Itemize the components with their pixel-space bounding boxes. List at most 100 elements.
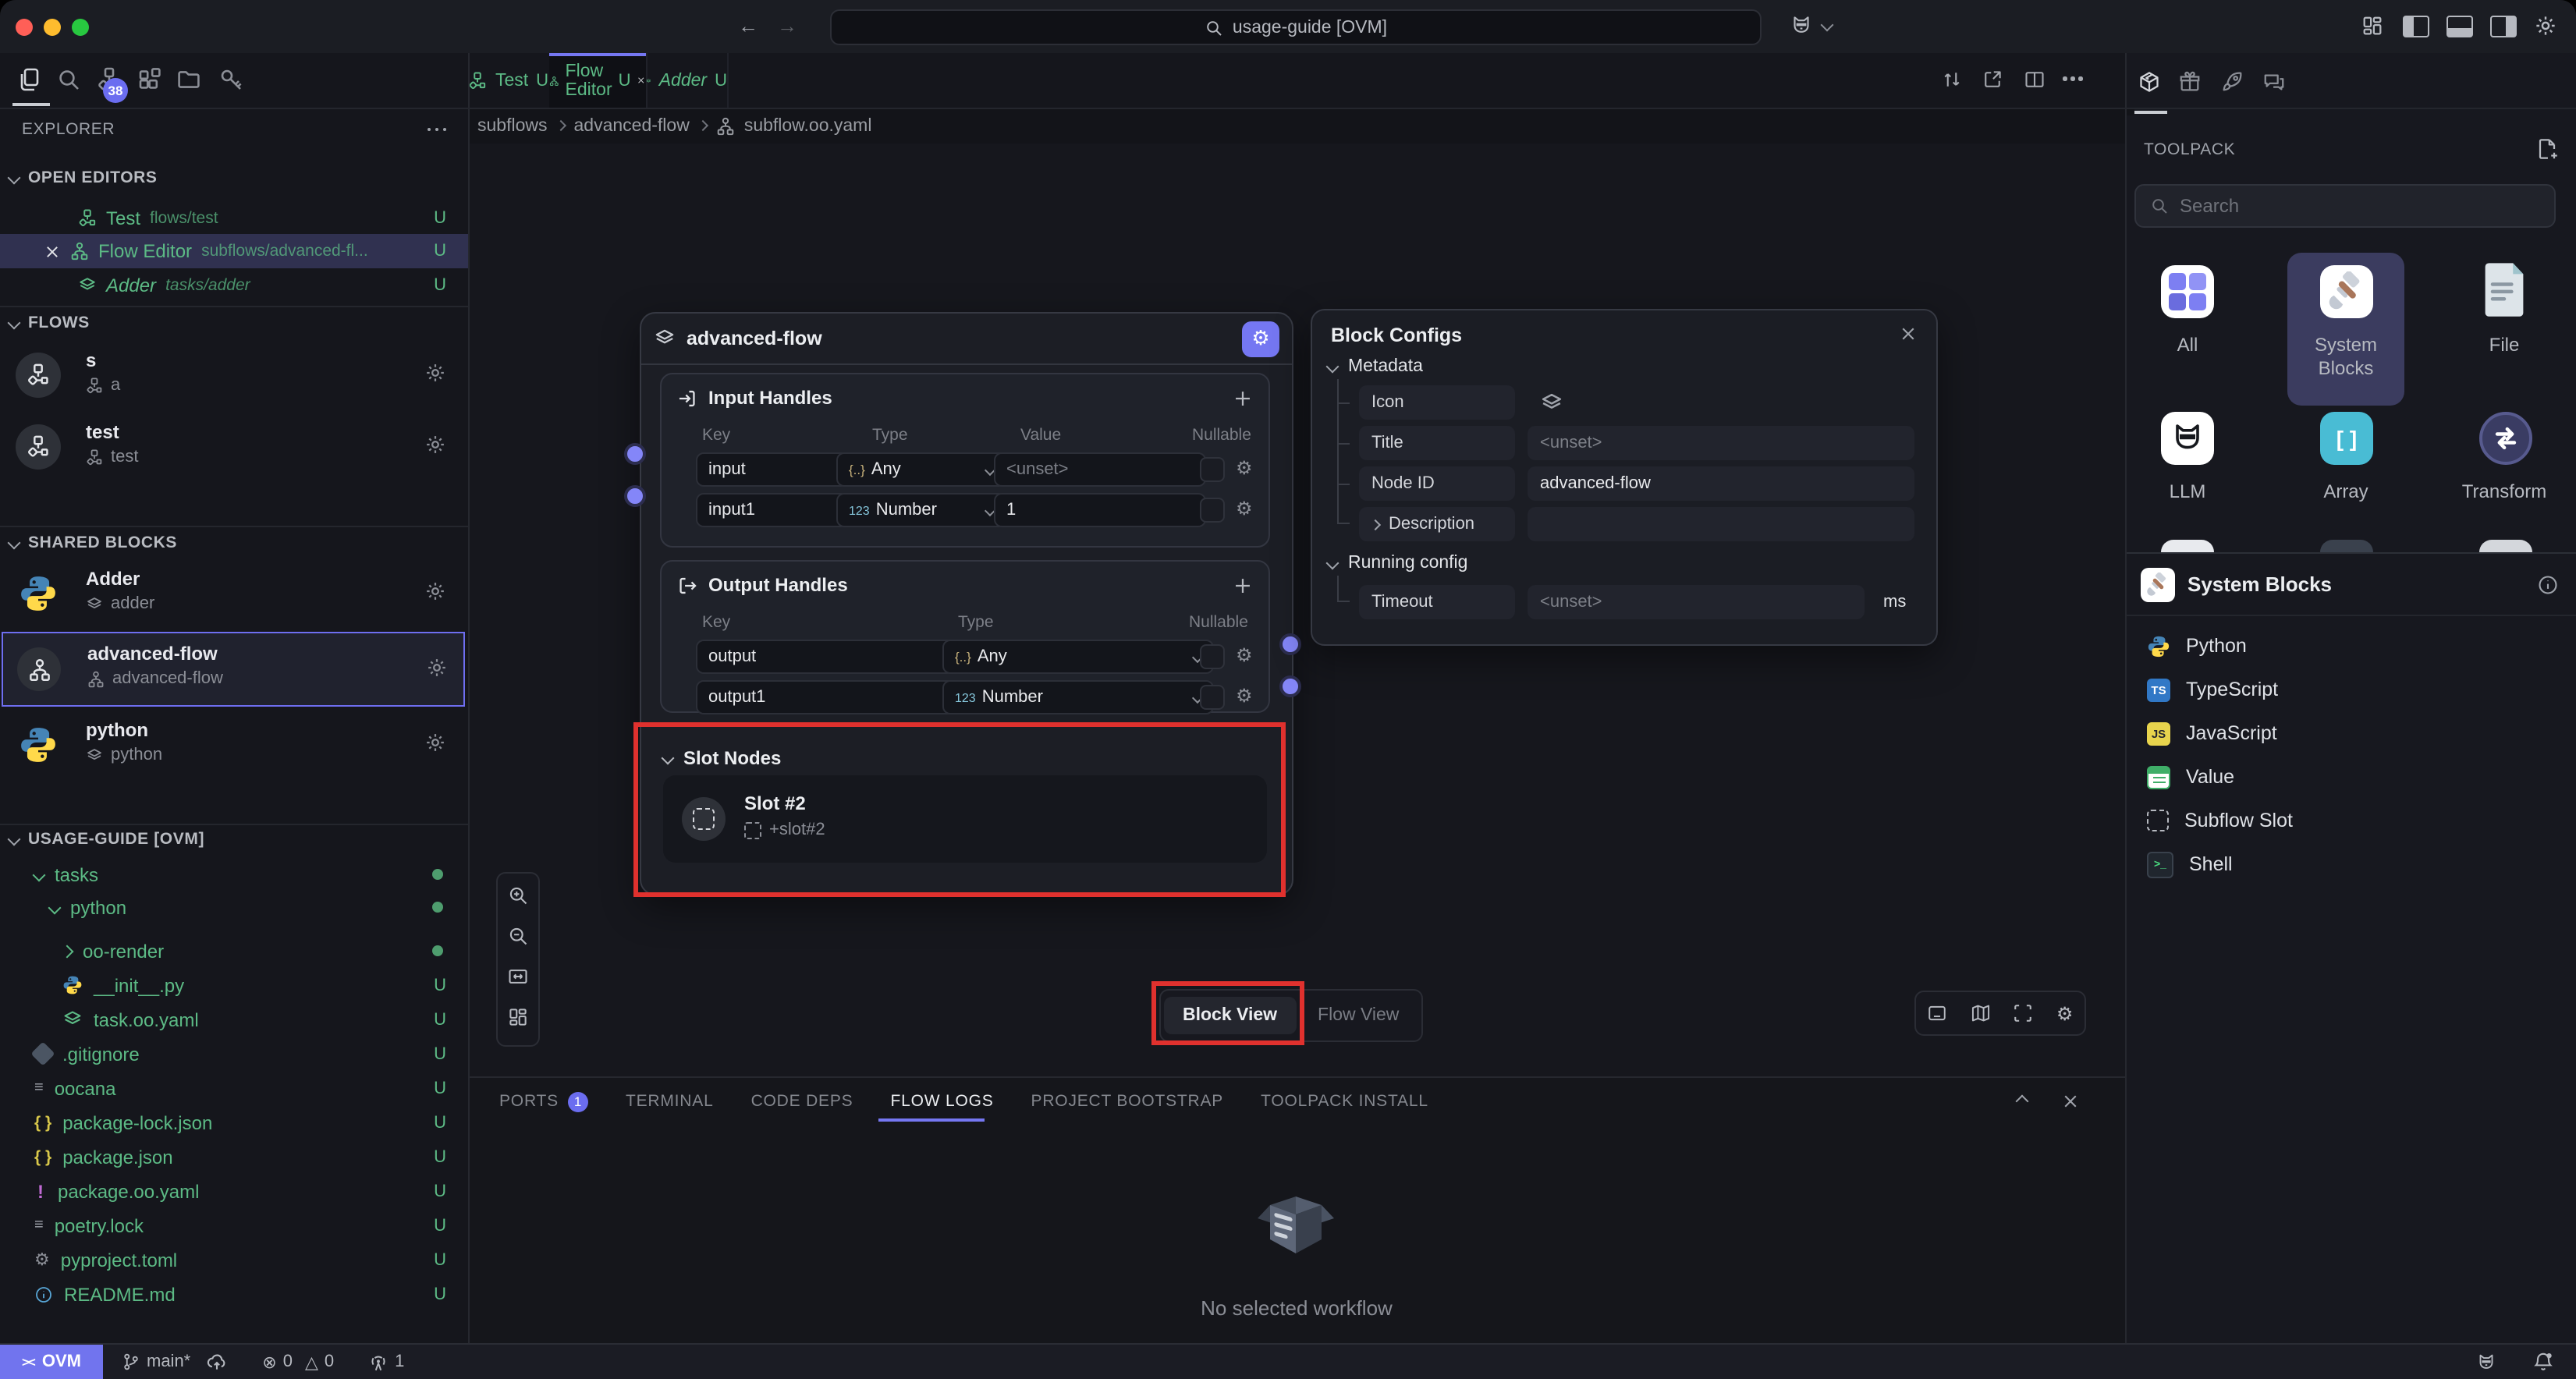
fullscreen-icon[interactable] bbox=[2014, 1003, 2034, 1023]
toggle-left-sidebar-icon[interactable] bbox=[2403, 16, 2429, 37]
key-activity-icon[interactable] bbox=[218, 67, 243, 92]
info-icon[interactable] bbox=[2537, 574, 2559, 596]
running-config-group-header[interactable]: Running config bbox=[1328, 554, 1467, 573]
shared-block-python[interactable]: python python bbox=[0, 713, 468, 780]
popup-item-subflow-slot[interactable]: Subflow Slot bbox=[2125, 799, 2576, 842]
flow-settings-gear-icon[interactable] bbox=[424, 362, 446, 384]
tab-project-bootstrap[interactable]: PROJECT BOOTSTRAP bbox=[1031, 1092, 1224, 1111]
output-key-field[interactable]: output1 bbox=[696, 680, 955, 714]
flow-view-button[interactable]: Flow View bbox=[1299, 997, 1418, 1034]
popup-item-javascript[interactable]: JS JavaScript bbox=[2125, 711, 2576, 755]
remote-indicator[interactable]: >< OVM bbox=[0, 1345, 103, 1379]
block-settings-gear-icon[interactable] bbox=[424, 580, 446, 602]
close-icon[interactable] bbox=[44, 243, 61, 260]
add-output-icon[interactable] bbox=[1233, 575, 1253, 595]
flow-settings-gear-icon[interactable] bbox=[424, 434, 446, 456]
block-settings-gear-icon[interactable] bbox=[424, 732, 446, 753]
history-forward-icon[interactable]: → bbox=[777, 14, 797, 37]
flow-list-item-s[interactable]: s a bbox=[0, 342, 468, 412]
input-row-gear-icon[interactable]: ⚙ bbox=[1236, 459, 1253, 477]
all-tile[interactable] bbox=[2161, 265, 2214, 318]
input-handle-dot[interactable] bbox=[624, 485, 646, 507]
notifications-bell-icon[interactable] bbox=[2532, 1351, 2554, 1373]
tab-flow-logs[interactable]: FLOW LOGS bbox=[890, 1092, 993, 1111]
block-settings-gear-icon[interactable] bbox=[426, 657, 448, 679]
tab-ports[interactable]: PORTS 1 bbox=[499, 1091, 588, 1111]
tab-code-deps[interactable]: CODE DEPS bbox=[751, 1092, 853, 1111]
tree-item-gitignore[interactable]: .gitignore U bbox=[0, 1037, 468, 1070]
config-label-description[interactable]: Description bbox=[1359, 507, 1515, 541]
tree-item-tasks[interactable]: tasks bbox=[0, 858, 468, 891]
open-editors-header[interactable]: OPEN EDITORS bbox=[9, 168, 158, 187]
console-panel-icon[interactable] bbox=[1928, 1003, 1948, 1023]
breadcrumb-part[interactable]: subflows bbox=[477, 116, 548, 135]
tree-item-oo-render[interactable]: oo-render bbox=[0, 934, 468, 967]
input-key-field[interactable]: input1 bbox=[696, 493, 849, 527]
history-back-icon[interactable]: ← bbox=[738, 14, 758, 37]
gift-icon[interactable] bbox=[2178, 70, 2202, 94]
popup-item-typescript[interactable]: TS TypeScript bbox=[2125, 668, 2576, 711]
block-view-button[interactable]: Block View bbox=[1164, 997, 1296, 1034]
zoom-in-icon[interactable] bbox=[507, 884, 529, 906]
tab-adder[interactable]: Adder U bbox=[646, 53, 729, 108]
rocket-icon[interactable] bbox=[2220, 70, 2244, 94]
flows-header[interactable]: FLOWS bbox=[9, 314, 90, 332]
explorer-files-icon[interactable] bbox=[17, 67, 42, 92]
traffic-light-zoom[interactable] bbox=[72, 19, 89, 36]
tab-terminal[interactable]: TERMINAL bbox=[626, 1092, 714, 1111]
popup-item-value[interactable]: Value bbox=[2125, 755, 2576, 799]
tree-item-task-oo-yaml[interactable]: task.oo.yaml U bbox=[0, 1003, 468, 1036]
open-editor-item-adder[interactable]: Adder tasks/adder U bbox=[0, 268, 468, 301]
output-handle-dot[interactable] bbox=[1279, 675, 1301, 697]
system-blocks-tile[interactable] bbox=[2320, 265, 2373, 318]
breadcrumb-part[interactable]: advanced-flow bbox=[574, 116, 690, 135]
file-tile[interactable] bbox=[2481, 262, 2528, 318]
input-type-select[interactable]: {..} Any bbox=[836, 452, 1006, 487]
config-value-timeout[interactable]: <unset> bbox=[1528, 585, 1865, 619]
minimap-icon[interactable] bbox=[1971, 1003, 1991, 1023]
tree-item-poetry-lock[interactable]: ≡ poetry.lock U bbox=[0, 1209, 468, 1242]
tree-item-pyproject-toml[interactable]: ⚙ pyproject.toml U bbox=[0, 1243, 468, 1276]
input-key-field[interactable]: input bbox=[696, 452, 849, 487]
icon-value-box-icon[interactable] bbox=[1540, 392, 1563, 415]
tree-item-readme[interactable]: README.md U bbox=[0, 1278, 468, 1310]
close-icon[interactable] bbox=[1899, 324, 1918, 343]
config-value-description[interactable] bbox=[1528, 507, 1914, 541]
shared-blocks-header[interactable]: SHARED BLOCKS bbox=[9, 534, 177, 552]
output-nullable-checkbox[interactable] bbox=[1200, 685, 1225, 710]
output-type-select[interactable]: {..} Any bbox=[942, 640, 1214, 674]
tree-item-oocana[interactable]: ≡ oocana U bbox=[0, 1072, 468, 1104]
metadata-group-header[interactable]: Metadata bbox=[1328, 357, 1423, 376]
slot-nodes-header[interactable]: Slot Nodes bbox=[663, 747, 781, 769]
flow-list-item-test[interactable]: test test bbox=[0, 413, 468, 484]
git-branch-status[interactable]: main* bbox=[122, 1352, 190, 1371]
input-type-select[interactable]: 123 Number bbox=[836, 493, 1006, 527]
tree-item-init-py[interactable]: __init__.py U bbox=[0, 969, 468, 1001]
explorer-more-icon[interactable] bbox=[427, 128, 446, 132]
project-header[interactable]: USAGE-GUIDE [OVM] bbox=[9, 830, 204, 849]
fit-view-icon[interactable] bbox=[507, 966, 529, 987]
output-handle-dot[interactable] bbox=[1279, 633, 1301, 655]
tab-toolpack-install[interactable]: TOOLPACK INSTALL bbox=[1261, 1092, 1428, 1111]
close-icon[interactable] bbox=[637, 72, 646, 89]
tree-item-package-lock-json[interactable]: { } package-lock.json U bbox=[0, 1106, 468, 1139]
node-settings-button[interactable]: ⚙ bbox=[1242, 321, 1279, 356]
breadcrumb-part[interactable]: subflow.oo.yaml bbox=[744, 116, 872, 135]
toggle-right-sidebar-icon[interactable] bbox=[2490, 16, 2517, 37]
slot-node-card[interactable]: Slot #2 +slot#2 bbox=[663, 775, 1267, 863]
transform-tile[interactable] bbox=[2479, 412, 2532, 465]
feedback-chat-icon[interactable] bbox=[2262, 70, 2286, 94]
toggle-bottom-panel-icon[interactable] bbox=[2446, 16, 2473, 37]
traffic-light-minimize[interactable] bbox=[44, 19, 61, 36]
more-actions-icon[interactable] bbox=[2063, 76, 2082, 80]
input-row-gear-icon[interactable]: ⚙ bbox=[1236, 499, 1253, 518]
ports-status[interactable]: 1 bbox=[368, 1352, 404, 1372]
open-editor-item-test[interactable]: Test flows/test U bbox=[0, 201, 468, 234]
problems-status[interactable]: ⊗ 0 △ 0 bbox=[262, 1352, 334, 1372]
new-toolpack-icon[interactable] bbox=[2535, 137, 2559, 161]
node-advanced-flow[interactable]: advanced-flow ⚙ Input Handles Key Type V… bbox=[640, 312, 1293, 895]
output-row-gear-icon[interactable]: ⚙ bbox=[1236, 686, 1253, 705]
output-type-select[interactable]: 123 Number bbox=[942, 680, 1214, 714]
canvas-settings-gear-icon[interactable]: ⚙ bbox=[2056, 1002, 2074, 1024]
customize-layout-icon[interactable] bbox=[2361, 14, 2384, 37]
